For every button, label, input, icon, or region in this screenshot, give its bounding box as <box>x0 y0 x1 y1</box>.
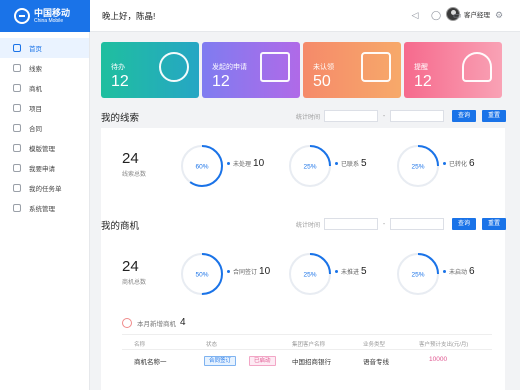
clues-legend-unprocessed: 未处理 10 <box>227 158 264 169</box>
clues-legend-converted: 已转化 6 <box>443 158 475 169</box>
sidebar-item-apply[interactable]: 我要申请 <box>0 158 89 178</box>
clues-section-title: 我的线索 <box>101 113 140 124</box>
opportunity-icon <box>13 84 21 92</box>
home-icon <box>13 44 21 52</box>
card-reminders[interactable]: 提醒 12 <box>404 42 502 98</box>
contract-icon <box>13 124 21 132</box>
clues-end-date-input[interactable] <box>390 110 445 122</box>
china-mobile-logo-icon <box>14 8 30 24</box>
opps-reset-button[interactable]: 重置 <box>482 218 506 230</box>
project-icon <box>13 104 21 112</box>
sidebar-item-tasks[interactable]: 我的任务单 <box>0 178 89 198</box>
opps-date-filter: 统计时间 - <box>296 218 445 230</box>
clues-start-date-input[interactable] <box>324 110 379 122</box>
sidebar: 首页 线索 商机 项目 合同 模版管理 我要申请 我的任务单 系统管理 <box>0 32 90 390</box>
clues-legend-contacted: 已联系 5 <box>335 158 367 169</box>
col-amount: 客户预计支出(元/月) <box>419 342 469 348</box>
opps-query-button[interactable]: 查询 <box>452 218 476 230</box>
status-badge: 合同签订 <box>204 356 237 366</box>
col-customer: 集团客户名称 <box>292 342 326 348</box>
ring-percent-label: 50% <box>195 272 208 279</box>
opps-ring-not-started: 25% <box>395 251 441 297</box>
clues-date-filter: 统计时间 - <box>296 110 445 122</box>
form-icon <box>260 52 290 82</box>
opps-legend-not-started: 未启动 6 <box>443 266 475 277</box>
apply-icon <box>13 164 21 172</box>
top-bar: 晚上好，陈晶! 客户经理 ◁ ◯ ▭ ♡ ⚙ <box>90 0 520 32</box>
ring-percent-label: 60% <box>195 164 208 171</box>
clues-query-button[interactable]: 查询 <box>452 110 476 122</box>
card-todo[interactable]: 待办 12 <box>101 42 199 98</box>
cell-customer: 中国招商银行 <box>292 359 331 366</box>
inbox-icon <box>361 52 391 82</box>
clue-icon <box>13 64 21 72</box>
main-content: 待办 12 发起的申请 12 未认领 50 提醒 12 我的线索 统计时间 - … <box>90 32 520 390</box>
card-unclaimed[interactable]: 未认领 50 <box>303 42 401 98</box>
sidebar-item-system[interactable]: 系统管理 <box>0 198 89 218</box>
cell-biz-type: 语音专线 <box>363 359 389 366</box>
settings-icon[interactable]: ⚙ <box>494 10 504 20</box>
opps-start-date-input[interactable] <box>324 218 379 230</box>
trend-icon <box>122 317 132 328</box>
brand-name-cn: 中国移动 <box>34 8 71 18</box>
gear-icon <box>13 204 21 212</box>
opps-legend-not-advanced: 未推进 5 <box>335 266 367 277</box>
opps-section-title: 我的商机 <box>101 221 140 232</box>
table-row[interactable]: 商机名称一 合同签订 已启动 中国招商银行 语音专线 10000 <box>122 351 492 371</box>
clues-ring-unprocessed: 60% <box>179 143 225 189</box>
sidebar-item-clues[interactable]: 线索 <box>0 58 89 78</box>
card-applications[interactable]: 发起的申请 12 <box>202 42 300 98</box>
opps-end-date-input[interactable] <box>390 218 445 230</box>
status-badge: 已启动 <box>249 356 276 366</box>
opps-total: 24 商机总数 <box>122 258 147 286</box>
opps-new-this-month: 本月新增商机 4 <box>122 317 186 328</box>
template-icon <box>13 144 21 152</box>
opps-ring-signed: 50% <box>179 251 225 297</box>
summary-cards: 待办 12 发起的申请 12 未认领 50 提醒 12 <box>101 42 505 98</box>
ring-percent-label: 25% <box>303 164 316 171</box>
clues-ring-contacted: 25% <box>287 143 333 189</box>
sidebar-item-templates[interactable]: 模版管理 <box>0 138 89 158</box>
opps-legend-signed: 合同签订 10 <box>227 266 270 277</box>
sidebar-item-projects[interactable]: 项目 <box>0 98 89 118</box>
greeting: 晚上好，陈晶! <box>102 10 156 21</box>
opps-table-header: 名称 状态 集团客户名称 业务类型 客户预计支出(元/月) <box>122 334 492 350</box>
cell-name[interactable]: 商机名称一 <box>134 356 167 366</box>
ring-percent-label: 25% <box>303 272 316 279</box>
chat-icon[interactable]: ◯ <box>431 10 441 20</box>
opps-panel: 24 商机总数 50% 合同签订 10 25% 未推进 5 25% 未启动 6 本月新… <box>101 236 505 390</box>
sidebar-item-home[interactable]: 首页 <box>0 38 89 58</box>
clues-reset-button[interactable]: 重置 <box>482 110 506 122</box>
clues-ring-converted: 25% <box>395 143 441 189</box>
bell-icon <box>462 52 492 82</box>
ring-percent-label: 25% <box>411 272 424 279</box>
sidebar-item-contracts[interactable]: 合同 <box>0 118 89 138</box>
brand-logo: 中国移动 China Mobile <box>0 0 90 32</box>
task-icon <box>13 184 21 192</box>
cell-amount: 10000 <box>429 356 448 363</box>
opps-ring-not-advanced: 25% <box>287 251 333 297</box>
col-name: 名称 <box>134 342 146 348</box>
col-status: 状态 <box>206 342 218 348</box>
volume-icon[interactable]: ◁ <box>410 10 420 20</box>
col-biz-type: 业务类型 <box>363 342 386 348</box>
clock-icon <box>159 52 189 82</box>
heart-icon[interactable]: ♡ <box>473 10 483 20</box>
document-icon[interactable]: ▭ <box>452 10 462 20</box>
brand-name-en: China Mobile <box>34 18 64 24</box>
sidebar-item-opportunities[interactable]: 商机 <box>0 78 89 98</box>
ring-percent-label: 25% <box>411 164 424 171</box>
clues-total: 24 线索总数 <box>122 150 147 178</box>
